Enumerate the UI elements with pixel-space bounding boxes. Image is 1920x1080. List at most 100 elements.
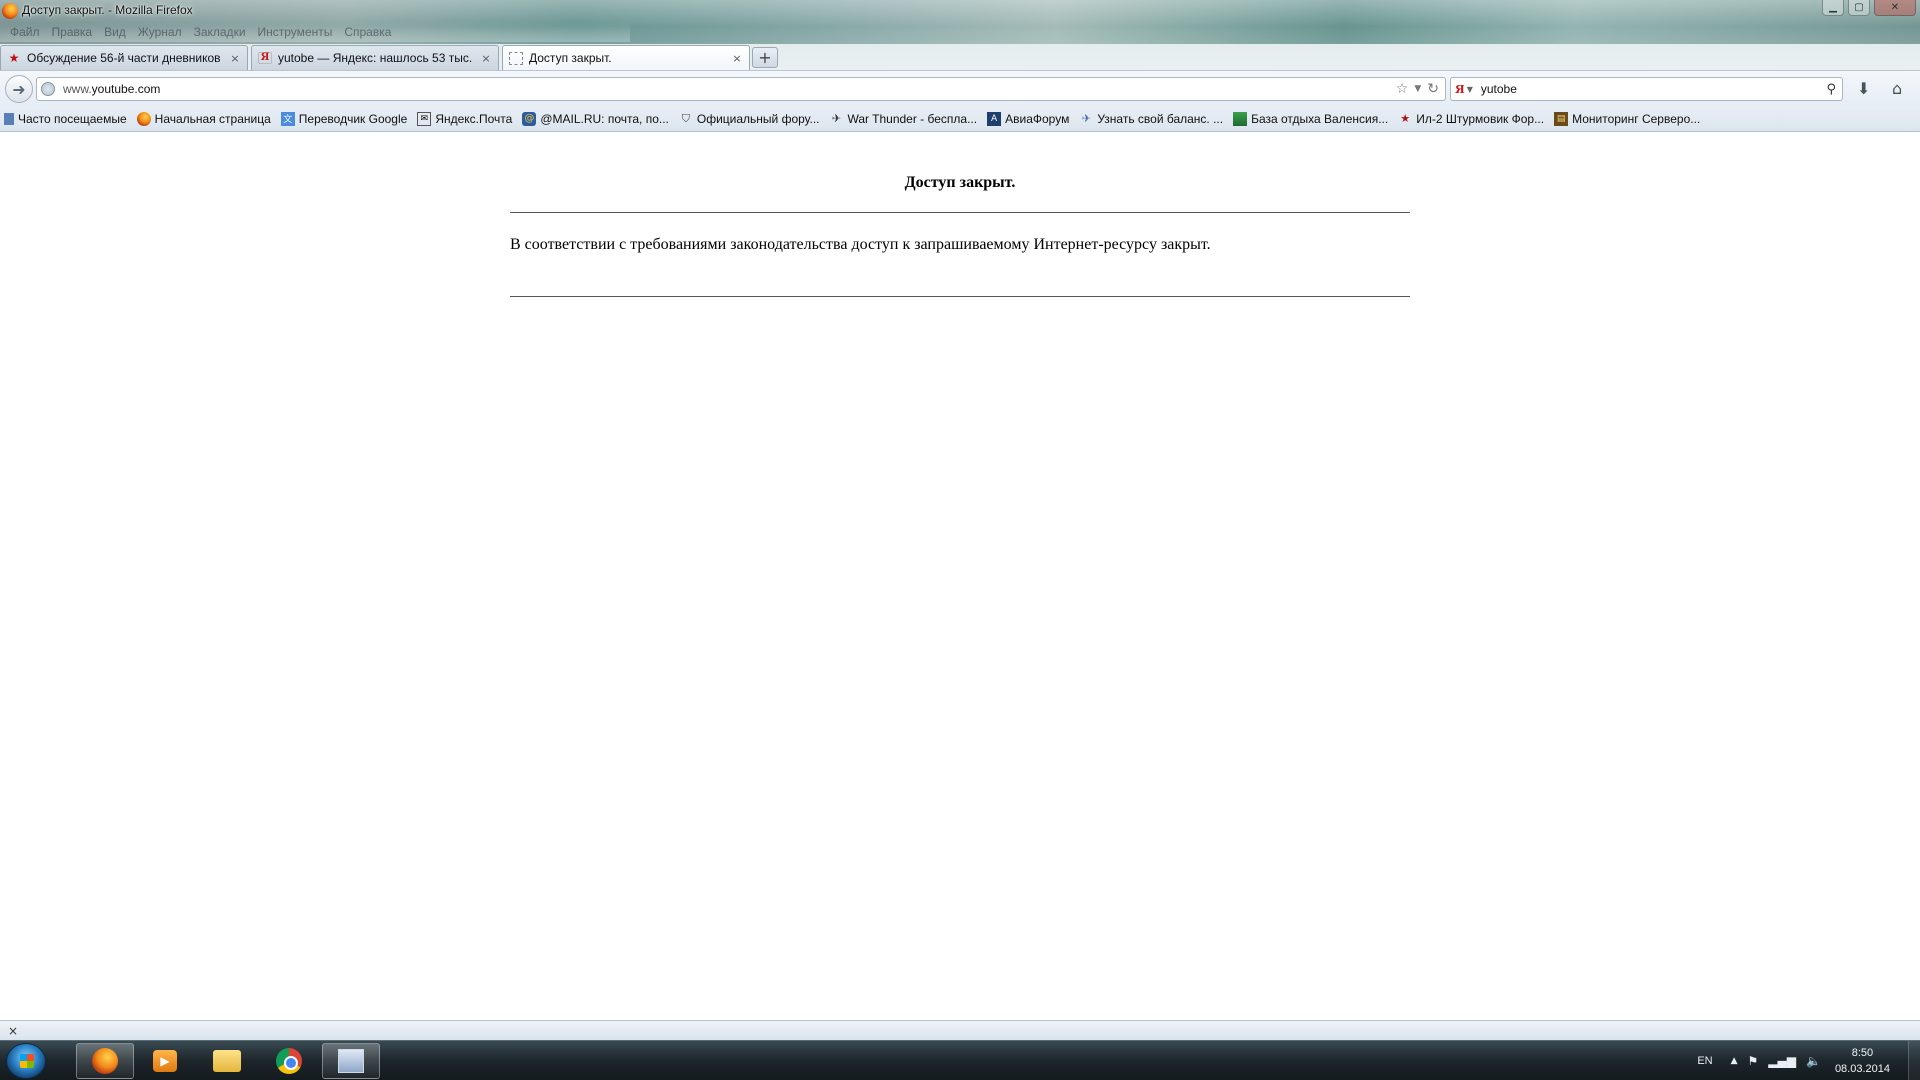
show-desktop-button[interactable] <box>1908 1041 1920 1080</box>
url-bar[interactable]: www.youtube.com ☆ ▼ ↻ <box>36 77 1446 101</box>
bookmark-label: Узнать свой баланс. ... <box>1097 111 1224 126</box>
back-button[interactable]: ➜ <box>5 75 33 103</box>
search-bar[interactable]: Я ▼ yutobe ⚲ <box>1450 77 1843 101</box>
bookmark-star-icon[interactable]: ☆ <box>1396 81 1409 97</box>
new-tab-button[interactable]: + <box>752 47 778 68</box>
taskbar-app[interactable] <box>322 1043 380 1079</box>
url-domain: youtube.com <box>91 82 161 96</box>
minimize-button[interactable]: ▁ <box>1822 0 1844 16</box>
bookmark-most-visited[interactable]: Часто посещаемые <box>4 112 127 126</box>
windows-taskbar: ▶ EN ▲ ⚑ ▂▄▆ 🔈 8:50 08.03.2014 <box>0 1040 1920 1080</box>
yandex-icon[interactable]: Я <box>1455 83 1465 96</box>
blank-page-icon <box>509 51 523 65</box>
bookmark-yandex-mail[interactable]: ✉ Яндекс.Почта <box>417 111 513 126</box>
taskbar-explorer[interactable] <box>198 1043 256 1079</box>
network-icon[interactable]: ▂▄▆ <box>1768 1054 1796 1068</box>
firefox-icon <box>136 111 151 126</box>
folder-icon <box>213 1050 241 1072</box>
bookmark-label: Официальный фору... <box>696 111 820 126</box>
resort-icon <box>1233 111 1248 126</box>
action-center-flag-icon[interactable]: ⚑ <box>1748 1054 1759 1068</box>
menu-history[interactable]: Журнал <box>132 25 188 39</box>
taskbar-chrome[interactable] <box>260 1043 318 1079</box>
tab-yandex-search[interactable]: Я yutobe — Яндекс: нашлось 53 тыс. ... × <box>251 45 499 70</box>
close-addon-bar-icon[interactable]: × <box>8 1024 18 1038</box>
close-button[interactable]: ✕ <box>1874 0 1916 16</box>
maximize-button[interactable]: ▢ <box>1848 0 1870 16</box>
taskbar-media-player[interactable]: ▶ <box>136 1043 194 1079</box>
site-identity-icon[interactable] <box>41 82 55 96</box>
tab-close-icon[interactable]: × <box>480 52 492 65</box>
firefox-icon[interactable] <box>2 3 18 19</box>
windows-logo-icon <box>20 1054 34 1068</box>
home-icon[interactable]: ⌂ <box>1892 79 1902 98</box>
yandex-icon: Я <box>258 52 272 64</box>
back-arrow-icon: ➜ <box>12 79 26 99</box>
chrome-icon <box>276 1048 302 1074</box>
bookmark-aviaforum[interactable]: A АвиаФорум <box>987 111 1070 126</box>
bookmark-label: АвиаФорум <box>1005 111 1070 126</box>
bookmark-google-translate[interactable]: 文 Переводчик Google <box>280 111 407 126</box>
red-star-icon: ★ <box>1400 112 1411 125</box>
window-title: Доступ закрыт. - Mozilla Firefox <box>22 3 193 17</box>
tab-close-icon[interactable]: × <box>731 52 743 65</box>
bookmark-server-monitoring[interactable]: ▤ Мониторинг Серверо... <box>1554 111 1701 126</box>
taskbar-firefox[interactable] <box>76 1043 134 1079</box>
bookmark-label: @MAIL.RU: почта, по... <box>540 111 669 126</box>
menu-edit[interactable]: Правка <box>46 25 99 39</box>
bookmark-mailru[interactable]: @ @MAIL.RU: почта, по... <box>522 111 669 126</box>
media-player-icon: ▶ <box>153 1050 177 1072</box>
jet-icon: ✈ <box>1081 112 1091 125</box>
chevron-down-icon[interactable]: ▼ <box>1467 85 1473 94</box>
red-star-icon: ★ <box>8 51 20 65</box>
tab-close-icon[interactable]: × <box>229 52 241 65</box>
clock-date: 08.03.2014 <box>1834 1063 1890 1075</box>
application-icon <box>338 1049 364 1073</box>
clock[interactable]: 8:50 08.03.2014 <box>1835 1045 1890 1077</box>
firefox-icon <box>92 1048 118 1074</box>
volume-icon[interactable]: 🔈 <box>1806 1054 1821 1068</box>
bookmark-label: Яндекс.Почта <box>435 111 513 126</box>
tab-forum-discussion[interactable]: ★ Обсуждение 56-й части дневников ... × <box>0 45 248 70</box>
access-denied-message: В соответствии с требованиями законодате… <box>510 236 1211 253</box>
menu-bookmarks[interactable]: Закладки <box>188 25 252 39</box>
bookmark-valencia-resort[interactable]: База отдыха Валенсия... <box>1233 111 1389 126</box>
bookmark-label: Начальная страница <box>154 111 271 126</box>
url-text[interactable]: www.youtube.com <box>63 82 160 96</box>
menu-view[interactable]: Вид <box>98 25 132 39</box>
divider-top <box>510 212 1410 213</box>
bookmark-label: База отдыха Валенсия... <box>1251 111 1389 126</box>
language-indicator[interactable]: EN <box>1697 1055 1712 1067</box>
bookmark-il2-forum[interactable]: ★ Ил-2 Штурмовик Фор... <box>1398 112 1544 126</box>
bookmark-official-forum[interactable]: ⛉ Официальный фору... <box>679 112 820 126</box>
bookmarks-toolbar: Часто посещаемые Начальная страница 文 Пе… <box>0 106 1920 132</box>
downloads-icon[interactable]: ⬇ <box>1857 79 1870 98</box>
reload-icon[interactable]: ↻ <box>1427 81 1439 97</box>
aviaforum-icon: A <box>987 111 1002 126</box>
mailru-icon: @ <box>522 111 537 126</box>
start-button[interactable] <box>6 1043 46 1079</box>
bookmark-start-page[interactable]: Начальная страница <box>136 111 271 126</box>
bookmark-war-thunder[interactable]: ✈ War Thunder - беспла... <box>829 112 977 126</box>
search-icon[interactable]: ⚲ <box>1826 82 1836 97</box>
menu-help[interactable]: Справка <box>338 25 397 39</box>
search-input[interactable]: yutobe <box>1481 82 1827 96</box>
addon-bar: × <box>0 1020 1920 1040</box>
bookmark-folder-icon <box>4 112 14 125</box>
history-dropdown-icon[interactable]: ▼ <box>1414 84 1421 94</box>
shield-icon: ⛉ <box>681 111 691 125</box>
menu-tools[interactable]: Инструменты <box>252 25 339 39</box>
bookmark-label: Мониторинг Серверо... <box>1572 111 1701 126</box>
bookmark-label: Ил-2 Штурмовик Фор... <box>1416 111 1545 126</box>
menu-file[interactable]: Файл <box>4 25 46 39</box>
tab-strip: ★ Обсуждение 56-й части дневников ... × … <box>0 44 1920 70</box>
clock-time: 8:50 <box>1851 1047 1874 1059</box>
menu-bar: Файл Правка Вид Журнал Закладки Инструме… <box>0 22 630 42</box>
bookmark-label: War Thunder - беспла... <box>847 111 978 126</box>
tab-label: yutobe — Яндекс: нашлось 53 тыс. ... <box>278 51 474 65</box>
tab-access-denied[interactable]: Доступ закрыт. × <box>502 45 750 70</box>
window-controls: ▁ ▢ ✕ <box>1822 0 1916 16</box>
show-hidden-icons-icon[interactable]: ▲ <box>1731 1056 1738 1066</box>
monitor-icon: ▤ <box>1554 111 1569 126</box>
bookmark-check-balance[interactable]: ✈ Узнать свой баланс. ... <box>1079 112 1223 126</box>
